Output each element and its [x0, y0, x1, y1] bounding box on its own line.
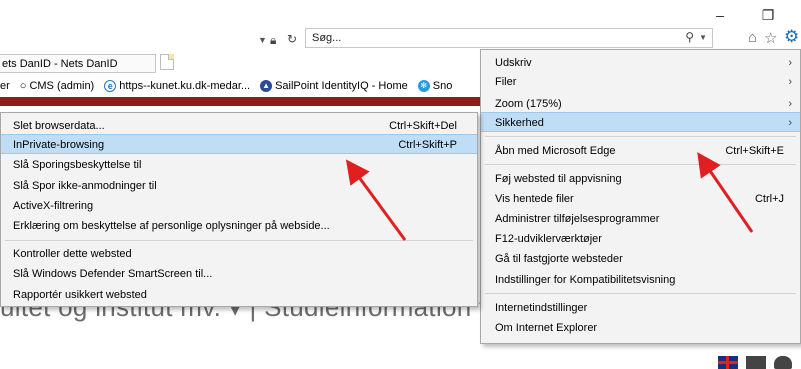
- security-submenu: Slet browserdata... Ctrl+Skift+Del InPriv…: [0, 112, 478, 307]
- menu-item-compatibility[interactable]: Indstillinger for Kompatibilitetsvisning: [481, 270, 800, 290]
- menu-separator: [485, 293, 796, 294]
- menu-item-do-not-track[interactable]: Slå Spor ikke-anmodninger til: [1, 176, 477, 196]
- favorite-item-kunet[interactable]: e https--kunet.ku.dk-medar...: [104, 80, 250, 92]
- lock-icon[interactable]: 🔒︎: [270, 33, 276, 48]
- tab-nets-danid[interactable]: ets DanID - Nets DanID: [0, 54, 156, 73]
- ie-icon: e: [104, 80, 117, 92]
- uk-flag-icon[interactable]: [718, 356, 738, 369]
- chevron-right-icon: ›: [788, 76, 792, 88]
- gear-icon[interactable]: ⚙: [784, 27, 799, 47]
- menu-item-privacy-statement[interactable]: Erklæring om beskyttelse af personlige o…: [1, 216, 477, 236]
- search-text: Søg...: [312, 32, 342, 44]
- gear-blue-icon: ✻: [417, 80, 430, 92]
- chevron-right-icon: ›: [788, 98, 792, 110]
- menu-item-add-app-view[interactable]: Føj websted til appvisning: [481, 169, 800, 189]
- menu-item-pinned-sites[interactable]: Gå til fastgjorte websteder: [481, 249, 800, 269]
- sailpoint-icon: ▲: [260, 80, 273, 92]
- menu-item-clear-browsing-data[interactable]: Slet browserdata... Ctrl+Skift+Del: [1, 116, 477, 136]
- page-header-band: [0, 97, 480, 106]
- menu-item-tracking-protection[interactable]: Slå Sporingsbeskyttelse til: [1, 155, 477, 175]
- new-tab-button[interactable]: [160, 54, 174, 70]
- menu-separator: [485, 136, 796, 137]
- address-dropdown-icon[interactable]: ▼: [258, 35, 267, 45]
- home-icon[interactable]: ⌂: [748, 29, 757, 46]
- search-input[interactable]: Søg... ⚲ ▼: [305, 28, 713, 48]
- star-icon[interactable]: ☆: [764, 29, 777, 47]
- circle-icon: ○: [19, 80, 27, 92]
- minimize-button[interactable]: –: [700, 0, 740, 30]
- menu-item-report-unsafe[interactable]: Rapportér usikkert websted: [1, 285, 477, 305]
- chevron-right-icon: ›: [788, 117, 792, 129]
- menu-item-check-website[interactable]: Kontroller dette websted: [1, 244, 477, 264]
- favorite-item-sailpoint[interactable]: ▲ SailPoint IdentityIQ - Home: [260, 80, 408, 92]
- menu-item-filer[interactable]: Filer ›: [481, 72, 800, 92]
- menu-item-downloads[interactable]: Vis hentede filer Ctrl+J: [481, 189, 800, 209]
- menu-item-open-edge[interactable]: Åbn med Microsoft Edge Ctrl+Skift+E: [481, 141, 800, 161]
- search-dropdown-icon[interactable]: ▼: [699, 33, 707, 42]
- menu-item-addons[interactable]: Administrer tilføjelsesprogrammer: [481, 209, 800, 229]
- menu-item-internet-options[interactable]: Internetindstillinger: [481, 298, 800, 318]
- mail-icon[interactable]: [746, 356, 766, 369]
- menu-item-zoom[interactable]: Zoom (175%) ›: [481, 94, 800, 114]
- favorite-item[interactable]: er: [0, 80, 10, 92]
- menu-item-sikkerhed[interactable]: Sikkerhed ›: [481, 112, 800, 132]
- search-icon[interactable]: ⚲: [685, 30, 694, 44]
- chevron-right-icon: ›: [788, 57, 792, 69]
- restore-icon: ❐: [761, 6, 775, 23]
- favorite-item-sno[interactable]: ✻ Sno: [417, 80, 452, 92]
- menu-separator: [5, 240, 473, 241]
- favorites-bar: er ○ CMS (admin) e https--kunet.ku.dk-meda…: [0, 76, 462, 96]
- menu-item-activex-filtering[interactable]: ActiveX-filtrering: [1, 196, 477, 216]
- person-icon[interactable]: [774, 356, 792, 369]
- minimize-icon: –: [716, 7, 724, 23]
- page-footer-icons: [718, 356, 792, 369]
- refresh-icon[interactable]: ↻: [287, 32, 297, 46]
- tools-menu: Udskriv › Filer › Zoom (175%) › Sikkerhed › …: [480, 49, 801, 344]
- restore-button[interactable]: ❐: [748, 0, 788, 30]
- menu-item-udskriv[interactable]: Udskriv ›: [481, 53, 800, 73]
- menu-item-smartscreen[interactable]: Slå Windows Defender SmartScreen til...: [1, 264, 477, 284]
- menu-item-inprivate[interactable]: InPrivate-browsing Ctrl+Skift+P: [1, 134, 477, 154]
- favorite-item-cms[interactable]: ○ CMS (admin): [20, 80, 94, 92]
- menu-item-f12-devtools[interactable]: F12-udviklerværktøjer: [481, 229, 800, 249]
- menu-item-about-ie[interactable]: Om Internet Explorer: [481, 318, 800, 338]
- menu-separator: [485, 164, 796, 165]
